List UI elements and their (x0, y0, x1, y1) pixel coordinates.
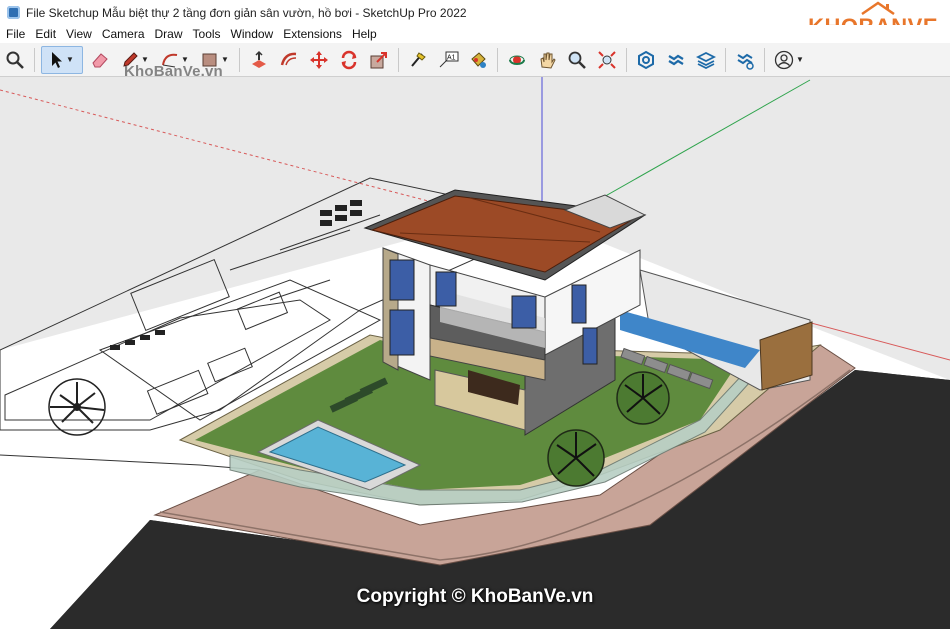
scale-icon (370, 51, 387, 68)
sketchup-app-icon (7, 6, 20, 19)
modeling-viewport[interactable] (0, 77, 950, 629)
paint-bucket-tool-button[interactable] (465, 47, 491, 73)
garden-tree (616, 371, 670, 425)
watermark-khobanve-top: KhoBanVe.vn (124, 63, 223, 80)
move-arrows-icon (310, 50, 328, 69)
pan-tool-button[interactable] (534, 47, 560, 73)
warehouse-tool-button[interactable] (633, 47, 659, 73)
zoom-extents-icon (598, 50, 616, 69)
toolbar-separator (398, 47, 399, 72)
scale-tool-button[interactable] (366, 47, 392, 73)
offset-icon (280, 52, 297, 65)
toolbar-separator (239, 47, 240, 72)
toolbar-separator (34, 47, 35, 72)
magnifier-icon (6, 51, 24, 69)
menu-extensions[interactable]: Extensions (278, 25, 347, 43)
chevron-down-icon[interactable]: ▼ (66, 55, 74, 64)
eraser-icon (92, 52, 108, 67)
menu-file[interactable]: File (0, 25, 30, 43)
menu-edit[interactable]: Edit (30, 25, 61, 43)
extension-warehouse-icon (668, 54, 684, 65)
menu-help[interactable]: Help (347, 25, 382, 43)
push-pull-icon (252, 50, 266, 68)
move-tool-button[interactable] (306, 47, 332, 73)
menu-draw[interactable]: Draw (150, 25, 188, 43)
rotate-tool-button[interactable] (336, 47, 362, 73)
toolbar-separator (497, 47, 498, 72)
watermark-copyright: Copyright © KhoBanVe.vn (356, 586, 594, 607)
rotate-icon (341, 50, 357, 69)
menu-bar: File Edit View Camera Draw Tools Window … (0, 25, 950, 43)
extension-manager-icon (737, 53, 754, 70)
search-tool-button[interactable] (2, 47, 28, 73)
menu-tools[interactable]: Tools (188, 25, 226, 43)
orbit-tool-button[interactable] (504, 47, 530, 73)
tape-measure-tool-button[interactable] (405, 47, 431, 73)
menu-window[interactable]: Window (226, 25, 279, 43)
eraser-tool-button[interactable] (87, 47, 113, 73)
text-tool-button[interactable]: A1 (435, 47, 461, 73)
offset-tool-button[interactable] (276, 47, 302, 73)
push-pull-tool-button[interactable] (246, 47, 272, 73)
text-label-icon: A1 (439, 51, 459, 67)
3d-warehouse-icon (638, 50, 654, 69)
window-title: File Sketchup Mẫu biệt thự 2 tầng đơn gi… (26, 5, 467, 20)
toolbar-separator (626, 47, 627, 72)
user-account-icon (774, 50, 794, 69)
paint-bucket-icon (471, 51, 486, 68)
tape-measure-icon (411, 51, 426, 67)
account-tool-button[interactable]: ▼ (771, 47, 807, 73)
arrow-cursor-icon (52, 51, 63, 68)
svg-text:A1: A1 (447, 54, 456, 61)
extension-manager-tool-button[interactable] (732, 47, 758, 73)
zoom-tool-button[interactable] (564, 47, 590, 73)
zoom-extents-tool-button[interactable] (594, 47, 620, 73)
orbit-icon (509, 55, 525, 65)
menu-camera[interactable]: Camera (97, 25, 150, 43)
toolbar-separator (725, 47, 726, 72)
extension-warehouse-tool-button[interactable] (663, 47, 689, 73)
toolbar-separator (764, 47, 765, 72)
layers-icon (696, 51, 716, 69)
garden-tree (547, 429, 605, 487)
logo-roof-icon (861, 1, 895, 16)
chevron-down-icon[interactable]: ▼ (796, 55, 804, 64)
select-tool-button[interactable]: ▼ (41, 45, 83, 74)
hand-icon (540, 52, 556, 69)
zoom-icon (568, 51, 586, 69)
layout-tool-button[interactable] (693, 47, 719, 73)
menu-view[interactable]: View (61, 25, 97, 43)
scene-3d-view[interactable] (0, 77, 950, 629)
